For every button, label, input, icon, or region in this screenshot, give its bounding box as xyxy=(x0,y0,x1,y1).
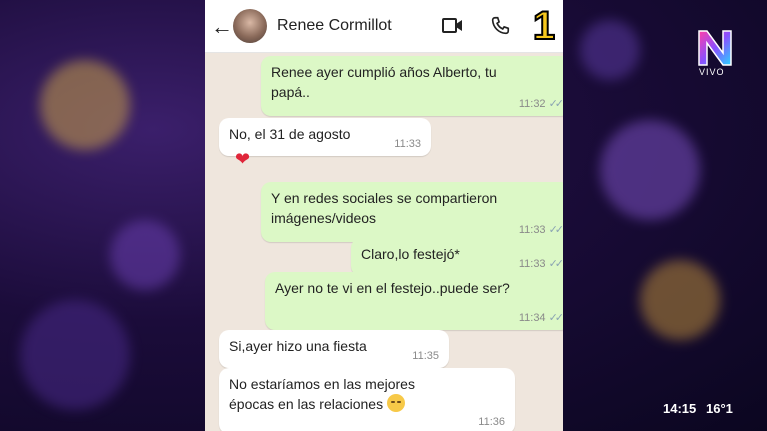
episode-number-badge: 1 xyxy=(532,4,556,48)
read-ticks-icon: ✓✓ xyxy=(548,224,563,236)
message-text: Si,ayer hizo una fiesta xyxy=(229,338,367,354)
message-time: 11:36 xyxy=(478,416,505,428)
avatar[interactable] xyxy=(233,9,267,43)
message-text: épocas en las relaciones xyxy=(229,396,384,412)
message-time: 11:34 xyxy=(518,311,546,324)
message-bubble-outgoing[interactable]: Claro,lo festejó* 11:33 ✓✓ xyxy=(351,238,563,276)
message-bubble-outgoing[interactable]: Renee ayer cumplió años Alberto, tu papá… xyxy=(261,56,563,116)
bokeh-light xyxy=(640,260,720,340)
message-text: imágenes/videos xyxy=(271,210,377,226)
message-time: 11:35 xyxy=(412,350,439,362)
message-bubble-incoming[interactable]: No, el 31 de agosto 11:33 xyxy=(219,118,431,156)
read-ticks-icon: ✓✓ xyxy=(548,312,563,324)
message-time: 11:33 xyxy=(394,138,421,150)
message-text: No estaríamos en las mejores xyxy=(229,376,415,392)
message-text: Renee ayer cumplió años Alberto, tu xyxy=(271,64,497,80)
broadcast-clock: 14:15 xyxy=(663,401,697,416)
contact-name[interactable]: Renee Cormillot xyxy=(277,17,392,35)
read-ticks-icon: ✓✓ xyxy=(548,258,563,270)
message-text: No, el 31 de agosto xyxy=(229,126,351,142)
heart-icon[interactable]: ❤ xyxy=(235,149,250,170)
broadcast-temperature: 16°1 xyxy=(706,401,733,416)
message-text: Ayer no te vi en el festejo..puede ser? xyxy=(275,280,510,296)
phone-icon[interactable] xyxy=(489,15,511,42)
message-text: papá.. xyxy=(271,84,310,100)
video-call-icon[interactable] xyxy=(442,17,464,40)
message-bubble-incoming[interactable]: No estaríamos en las mejores épocas en l… xyxy=(219,368,515,431)
sad-face-emoji-icon xyxy=(387,394,406,412)
chat-screen: ← Renee Cormillot 1 Renee ayer cumplió a… xyxy=(205,0,563,431)
channel-logo xyxy=(698,30,732,66)
message-text: Y en redes sociales se compartieron xyxy=(271,190,498,206)
message-time: 11:33 xyxy=(518,257,546,270)
chat-header: ← Renee Cormillot 1 xyxy=(205,0,563,53)
message-time: 11:33 xyxy=(518,223,546,236)
bokeh-light xyxy=(600,120,700,220)
message-bubble-outgoing[interactable]: Y en redes sociales se compartieron imág… xyxy=(261,182,563,242)
message-time: 11:32 xyxy=(518,97,546,110)
message-bubble-incoming[interactable]: Si,ayer hizo una fiesta 11:35 xyxy=(219,330,449,368)
bokeh-light xyxy=(40,60,130,150)
bokeh-light xyxy=(110,220,180,290)
read-ticks-icon: ✓✓ xyxy=(548,98,563,110)
bokeh-light xyxy=(580,20,640,80)
live-label: VIVO xyxy=(699,67,725,77)
back-arrow-icon[interactable]: ← xyxy=(211,14,233,40)
bokeh-light xyxy=(20,300,130,410)
message-bubble-outgoing[interactable]: Ayer no te vi en el festejo..puede ser? … xyxy=(265,272,563,330)
